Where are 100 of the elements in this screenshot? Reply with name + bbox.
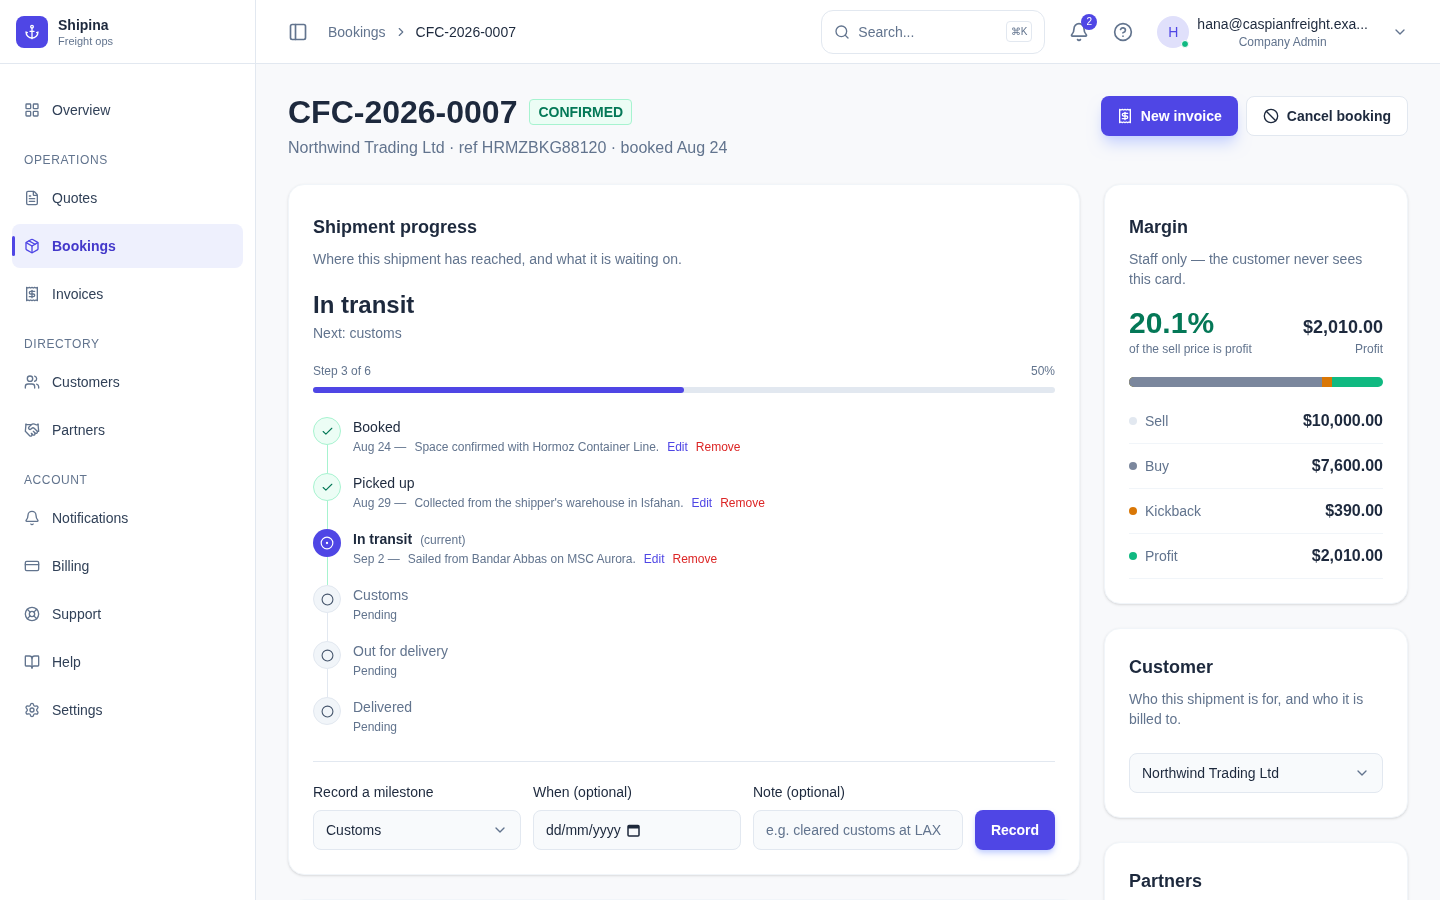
date-field[interactable]: dd/mm/yyyy [533,810,741,850]
box-icon [24,238,40,254]
edit-link[interactable]: Edit [643,551,665,567]
note-field[interactable]: e.g. cleared customs at LAX [753,810,963,850]
search-field[interactable]: Search... ⌘K [821,9,1046,54]
breadcrumb-current: CFC-2026-0007 [415,22,516,42]
breadcrumb-link[interactable]: Bookings [328,21,386,42]
step-count: Step 3 of 6 [313,363,372,379]
user-menu[interactable]: H hana@caspianfreight.exa... Company Admin [1157,13,1408,50]
field-label: Note (optional) [753,783,846,802]
card-description: Staff only — the customer never sees this card. [1129,250,1364,289]
step-date: Aug 24 — [353,439,407,455]
sidebar-toggle-icon[interactable] [288,21,308,42]
edit-link[interactable]: Edit [691,495,713,511]
receipt-icon [24,286,40,302]
handshake-icon [24,422,40,438]
field-label: Record a milestone [313,783,435,802]
customer-select[interactable]: Northwind Trading Ltd [1129,753,1383,793]
margin-percent: 20.1% [1129,305,1216,341]
brand-tagline: Freight ops [58,34,114,49]
step-status: Pending [353,663,399,679]
booking-subtitle: Northwind Trading Ltd · ref HRMZBKG88120 · booked Aug 24 [288,138,728,158]
row-label: Sell [1145,412,1169,431]
receipt-icon [1116,108,1133,124]
users-icon [24,374,40,390]
step-title: Out for delivery [353,642,448,661]
edit-link[interactable]: Edit [667,439,688,455]
new-invoice-button[interactable]: New invoice [1100,96,1238,136]
step-title: Delivered [353,698,413,717]
current-step-icon [313,529,341,557]
sidebar-item[interactable]: Help [12,640,243,684]
sidebar-item[interactable]: Support [12,592,243,636]
ban-icon [1262,108,1279,124]
stage-title: In transit [313,290,416,320]
step-status: Pending [353,719,399,735]
step-title: Customs [353,586,409,605]
step-date: Sep 2 — [353,551,400,567]
progress-percent: 50% [1030,363,1055,379]
sidebar-item[interactable]: Customers [12,360,243,404]
user-email: hana@caspianfreight.exa... [1197,14,1368,34]
row-label: Kickback [1145,502,1202,521]
row-label: Profit [1145,547,1178,566]
lifebuoy-icon [24,606,40,622]
help-icon[interactable] [1113,21,1134,42]
sidebar-item[interactable]: Overview [12,88,243,132]
calendar-icon [626,823,640,837]
user-avatar: H [1157,15,1190,48]
brand-name: Shipina [58,15,110,35]
shortcut-key: ⌘K [1005,21,1033,42]
notification-count: 2 [1081,13,1098,30]
remove-link[interactable]: Remove [695,439,741,455]
row-value: $390.00 [1325,501,1383,521]
logo-icon [16,15,48,48]
row-value: $2,010.00 [1311,546,1383,566]
row-label: Buy [1145,457,1170,476]
field-label: When (optional) [533,783,633,802]
card-icon [24,558,40,574]
status-badge: CONFIRMED [529,99,633,125]
card-description: Who this shipment is for, and who it is billed to. [1129,690,1365,729]
card-title: Partners [1129,870,1204,893]
sidebar-item[interactable]: Billing [12,544,243,588]
book-icon [24,654,40,670]
cancel-booking-button[interactable]: Cancel booking [1245,96,1408,136]
card-title: Customer [1129,656,1214,679]
percent-caption: of the sell price is profit [1129,341,1252,357]
step-note: Space confirmed with Hormoz Container Line. [414,439,660,455]
remove-link[interactable]: Remove [720,495,765,511]
sidebar-item[interactable]: Invoices [12,272,243,316]
remove-link[interactable]: Remove [672,551,718,567]
step-note: Collected from the shipper's warehouse in Isfahan. [414,495,684,511]
card-title: Margin [1129,216,1189,239]
search-input[interactable]: Search... [858,21,998,42]
sidebar-item[interactable]: Bookings [12,224,243,268]
profit-caption: Profit [1355,341,1383,357]
sidebar-item[interactable]: Partners [12,408,243,452]
sidebar-item[interactable]: Notifications [12,496,243,540]
next-stage: Next: customs [313,324,403,343]
booking-id: CFC-2026-0007 [288,96,518,128]
step-title: Booked [353,418,401,437]
sidebar-item[interactable]: Quotes [12,176,243,220]
settings-icon [24,702,40,718]
step-title: In transit [353,530,413,549]
bell-icon [24,510,40,526]
user-role: Company Admin [1238,33,1327,50]
sidebar-item[interactable]: Settings [12,688,243,732]
card-title: Shipment progress [313,216,479,239]
profit-amount: $2,010.00 [1302,316,1383,339]
row-value: $10,000.00 [1302,411,1383,431]
section-heading: OPERATIONS [23,152,109,168]
record-button[interactable]: Record [975,810,1055,850]
step-title: Picked up [353,474,415,493]
document-icon [24,190,40,206]
row-value: $7,600.00 [1311,456,1383,476]
milestone-select[interactable]: Customs [313,810,521,850]
card-description: Where this shipment has reached, and what it is waiting on. [313,250,683,269]
search-icon [834,23,851,40]
step-date: Aug 29 — [353,495,407,511]
step-note: Sailed from Bandar Abbas on MSC Aurora. [407,551,636,567]
step-tag: (current) [420,532,466,548]
grid-icon [24,102,40,118]
